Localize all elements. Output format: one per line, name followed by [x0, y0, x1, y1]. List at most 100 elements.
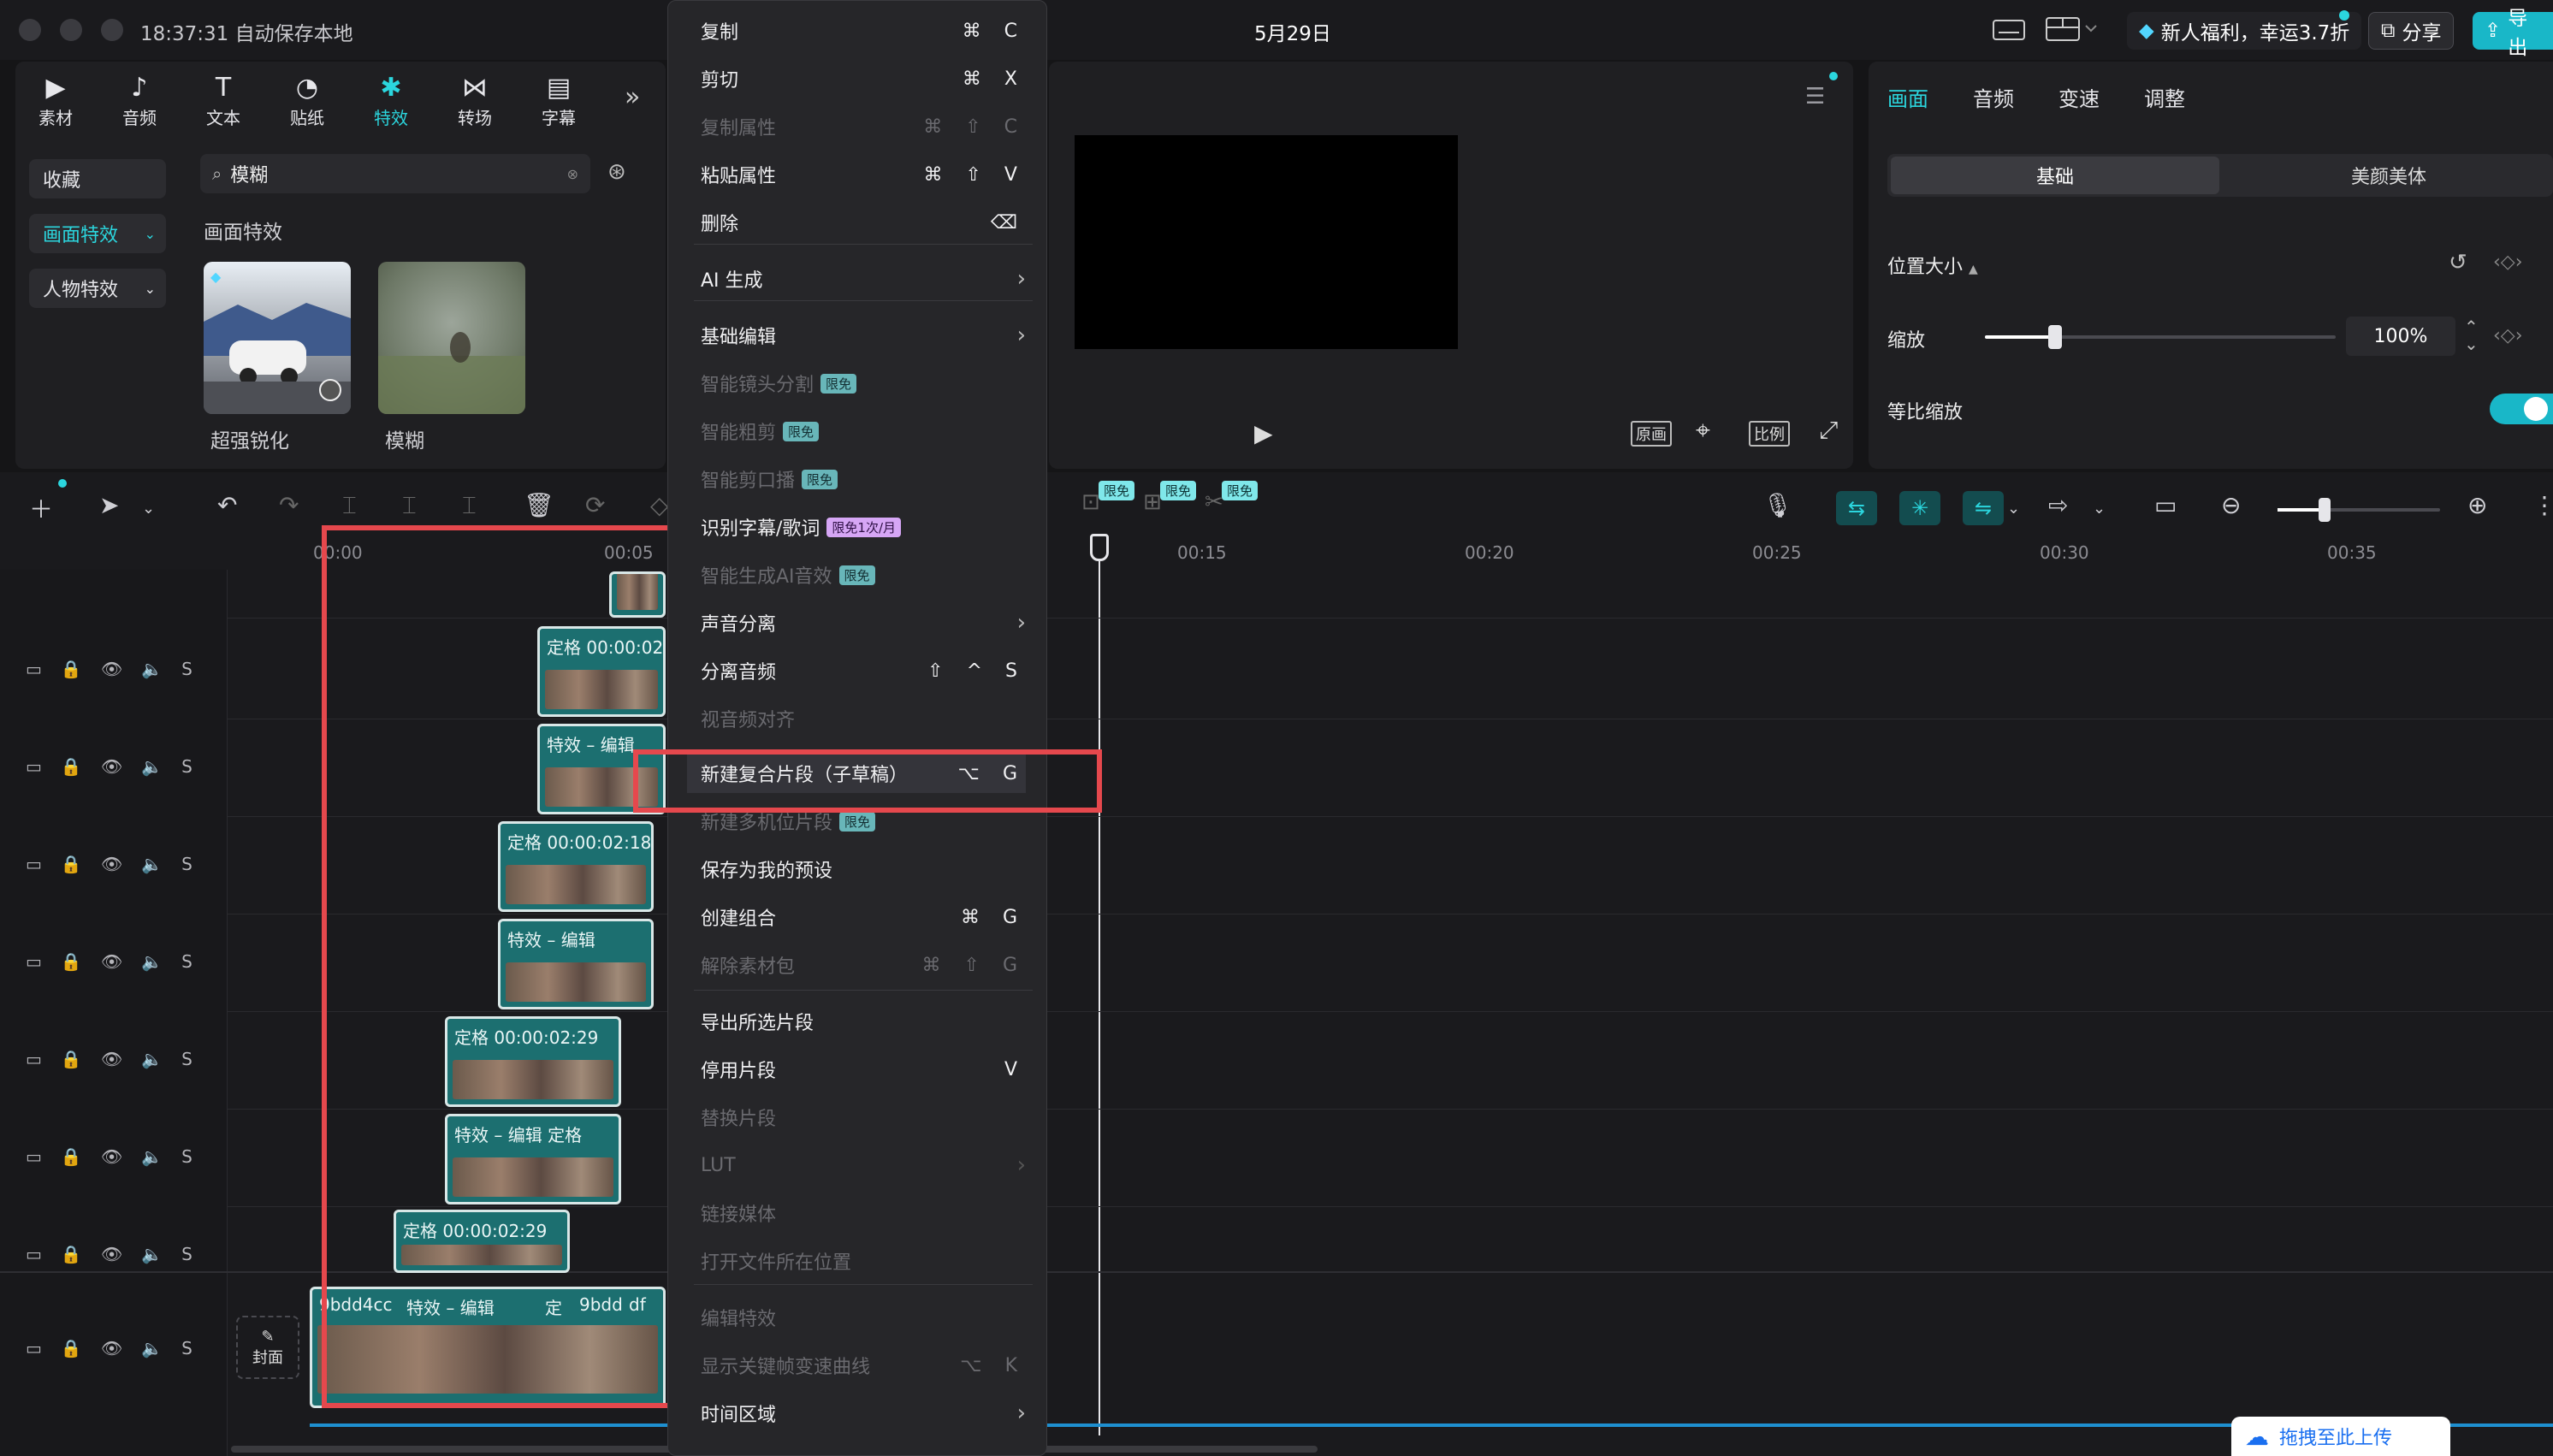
redo-icon[interactable]: ↷ — [279, 491, 299, 519]
menu-item[interactable]: 保存为我的预设 — [701, 849, 1026, 889]
clear-search-icon[interactable]: ⊗ — [567, 166, 578, 182]
tab-subtitle[interactable]: ▤ 字幕 — [520, 70, 597, 129]
menu-item[interactable]: 粘贴属性 ⌘ ⇧ V — [701, 155, 1026, 194]
speaker-icon[interactable]: 🔈 — [141, 951, 163, 972]
solo-button[interactable]: S — [181, 1338, 193, 1358]
solo-button[interactable]: S — [181, 951, 193, 972]
freeze-icon[interactable]: ⟳ — [585, 491, 605, 519]
eye-icon[interactable]: 👁 — [101, 854, 122, 874]
split-right-icon[interactable]: ⌶ — [462, 491, 477, 520]
effect-thumb-sharpen[interactable] — [204, 262, 351, 414]
sidebar-item-screen-effects[interactable]: 画面特效 ⌄ — [29, 214, 166, 253]
more-options-icon[interactable]: ⋮ — [2532, 491, 2553, 519]
lock-icon[interactable]: 🔒 — [61, 1049, 82, 1069]
chevron-down-icon[interactable]: ⌄ — [2093, 500, 2106, 518]
effect-thumb-blur[interactable] — [378, 262, 525, 414]
menu-item[interactable]: 导出所选片段 — [701, 1002, 1026, 1041]
lock-icon[interactable]: 🔒 — [61, 1146, 82, 1167]
thumbnail-icon[interactable]: ▭ — [2154, 491, 2177, 519]
share-button[interactable]: ⧉ 分享 — [2368, 12, 2455, 50]
lock-icon[interactable]: 🔒 — [61, 951, 82, 972]
uniform-scale-toggle[interactable] — [2490, 394, 2553, 424]
lock-icon[interactable]: 🔒 — [61, 1338, 82, 1358]
tab-audio-props[interactable]: 音频 — [1973, 82, 2014, 112]
tab-picture[interactable]: 画面 — [1887, 82, 1928, 112]
split-icon[interactable]: ⌶ — [342, 491, 357, 520]
zoom-out-icon[interactable]: ⊖ — [2221, 491, 2241, 519]
playhead-handle[interactable] — [1090, 534, 1109, 561]
lock-icon[interactable]: 🔒 — [61, 756, 82, 777]
eye-icon[interactable]: 👁 — [101, 756, 122, 777]
play-icon[interactable]: ▶ — [1254, 419, 1273, 447]
minimize-window-button[interactable] — [60, 19, 82, 41]
microphone-icon[interactable]: 🎙 — [1762, 491, 1793, 519]
promo-button[interactable]: ◆ 新人福利，幸运3.7折 — [2127, 12, 2362, 50]
solo-button[interactable]: S — [181, 659, 193, 679]
ratio-button[interactable]: 比例 — [1749, 421, 1790, 447]
eye-icon[interactable]: 👁 — [101, 1146, 122, 1167]
search-input[interactable]: 模糊 — [230, 160, 268, 187]
chevron-down-icon[interactable]: ⌄ — [142, 500, 155, 518]
playhead[interactable] — [1099, 537, 1100, 1435]
split-left-icon[interactable]: ⌶ — [402, 491, 417, 520]
menu-item[interactable]: 创建组合 ⌘ G — [701, 897, 1026, 937]
tab-media[interactable]: ▶ 素材 — [17, 70, 94, 129]
menu-item[interactable]: 声音分离 › — [701, 603, 1026, 642]
linkage-icon[interactable]: ⇋ — [1963, 491, 2004, 525]
scale-value-input[interactable]: 100% — [2346, 317, 2455, 356]
cover-button[interactable]: ✎ 封面 — [236, 1316, 299, 1379]
tab-speed[interactable]: 变速 — [2058, 82, 2100, 112]
lock-icon[interactable]: 🔒 — [61, 1244, 82, 1264]
menu-item[interactable]: 识别字幕/歌词 限免1次/月 — [701, 507, 1026, 547]
eye-icon[interactable]: 👁 — [101, 1049, 122, 1069]
lock-icon[interactable]: 🔒 — [61, 659, 82, 679]
zoom-in-icon[interactable]: ⊕ — [2467, 491, 2487, 519]
select-tool-icon[interactable]: ➤ — [99, 491, 119, 519]
tab-sticker[interactable]: ◔ 贴纸 — [269, 70, 346, 129]
shortcut-keyboard-icon[interactable] — [1992, 17, 2026, 43]
scale-slider-track[interactable] — [1985, 325, 2336, 349]
stepper-icon[interactable]: ⌃ ⌄ — [2464, 318, 2479, 352]
scale-slider-handle[interactable] — [2048, 325, 2062, 349]
zoom-slider[interactable] — [2278, 498, 2440, 522]
segment-beauty[interactable]: 美颜美体 — [2224, 157, 2553, 194]
solo-button[interactable]: S — [181, 1049, 193, 1069]
solo-button[interactable]: S — [181, 854, 193, 874]
speaker-icon[interactable]: 🔈 — [141, 1146, 163, 1167]
segment-basic[interactable]: 基础 — [1891, 157, 2219, 194]
menu-item[interactable]: 基础编辑 › — [701, 316, 1026, 355]
sidebar-item-favorites[interactable]: 收藏 — [29, 159, 166, 198]
filter-icon[interactable]: ⊛ — [607, 159, 626, 185]
eye-icon[interactable]: 👁 — [101, 1244, 122, 1264]
speaker-icon[interactable]: 🔈 — [141, 756, 163, 777]
speaker-icon[interactable]: 🔈 — [141, 1338, 163, 1358]
tab-transition[interactable]: ⋈ 转场 — [436, 70, 513, 129]
tab-adjust[interactable]: 调整 — [2144, 82, 2185, 112]
position-size-title[interactable]: 位置大小 ▲ — [1887, 252, 1978, 279]
eye-icon[interactable]: 👁 — [101, 951, 122, 972]
more-tabs-icon[interactable]: » — [625, 82, 640, 112]
sidebar-item-people-effects[interactable]: 人物特效 ⌄ — [29, 269, 166, 308]
menu-item[interactable]: 删除 ⌫ — [701, 203, 1026, 242]
lock-icon[interactable]: 🔒 — [61, 854, 82, 874]
close-window-button[interactable] — [19, 19, 41, 41]
reset-icon[interactable]: ↺ — [2449, 250, 2467, 275]
menu-item[interactable]: 时间区域 › — [701, 1394, 1026, 1433]
ai-tool-icon-2[interactable]: ⊞ — [1143, 489, 1162, 515]
menu-item[interactable]: 复制 ⌘ C — [701, 11, 1026, 50]
export-button[interactable]: ⇪ 导出 — [2473, 8, 2553, 59]
menu-icon[interactable]: ☰ — [1805, 84, 1825, 109]
preview-canvas[interactable] — [1075, 135, 1458, 349]
ai-tool-icon-3[interactable]: ✂ — [1205, 489, 1223, 515]
menu-item[interactable]: 剪切 ⌘ X — [701, 59, 1026, 98]
zoom-window-button[interactable] — [101, 19, 123, 41]
menu-item[interactable]: 分离音频 ⇧ ^ S — [701, 651, 1026, 690]
solo-button[interactable]: S — [181, 1146, 193, 1167]
focus-icon[interactable]: ⌖ — [1696, 416, 1710, 446]
original-quality-button[interactable]: 原画 — [1631, 421, 1672, 447]
speaker-icon[interactable]: 🔈 — [141, 659, 163, 679]
solo-button[interactable]: S — [181, 1244, 193, 1264]
tab-text[interactable]: T 文本 — [185, 70, 262, 129]
undo-icon[interactable]: ↶ — [217, 491, 237, 519]
tab-audio[interactable]: ♪ 音频 — [101, 70, 178, 129]
